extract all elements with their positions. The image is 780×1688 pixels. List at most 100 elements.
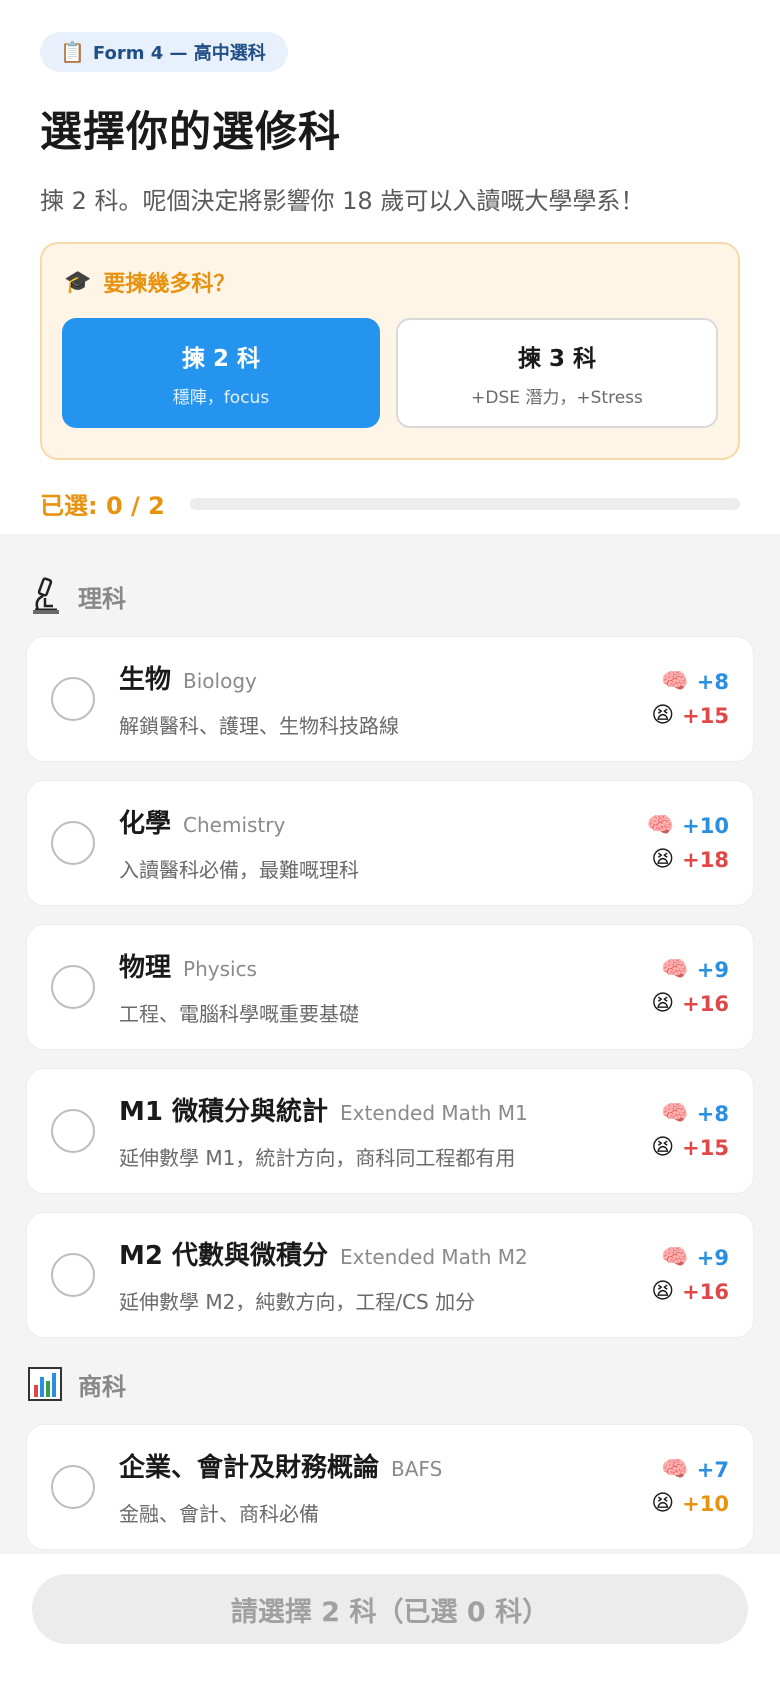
- brain-icon: 🧠: [661, 957, 689, 982]
- stressed-face-icon: 😫: [651, 1491, 675, 1516]
- stress-stat: 😫 +15: [651, 704, 729, 728]
- brain-value: +9: [696, 1246, 729, 1270]
- subject-name: 化學: [119, 809, 172, 839]
- pick-3-option[interactable]: 揀 3 科 +DSE 潛力，+Stress: [396, 318, 718, 428]
- subject-card-bafs[interactable]: 企業、會計及財務概論 BAFS 金融、會計、商科必備 🧠 +7 😫 +10: [26, 1424, 754, 1550]
- subject-count-options: 揀 2 科 穩陣，focus 揀 3 科 +DSE 潛力，+Stress: [62, 318, 718, 428]
- header-section: 📋 Form 4 — 高中選科 選擇你的選修科 揀 2 科。呢個決定將影響你 1…: [0, 0, 780, 534]
- subject-stats: 🧠 +10 😫 +18: [639, 814, 729, 872]
- subject-info: 生物 Biology 解鎖醫科、護理、生物科技路線: [119, 659, 639, 739]
- page-title: 選擇你的選修科: [40, 107, 342, 156]
- subject-card-m1[interactable]: M1 微積分與統計 Extended Math M1 延伸數學 M1，統計方向，…: [26, 1068, 754, 1194]
- subject-name: M1 微積分與統計: [119, 1097, 329, 1127]
- select-radio[interactable]: [51, 1109, 95, 1153]
- brain-value: +7: [696, 1458, 729, 1482]
- subject-count-heading: 🎓 要揀幾多科？: [62, 266, 718, 298]
- subject-info: 化學 Chemistry 入讀醫科必備，最難嘅理科: [119, 803, 639, 883]
- select-radio[interactable]: [51, 677, 95, 721]
- subject-title: 物理 Physics: [119, 947, 639, 984]
- subject-card-physics[interactable]: 物理 Physics 工程、電腦科學嘅重要基礎 🧠 +9 😫 +16: [26, 924, 754, 1050]
- stress-value: +15: [682, 704, 729, 728]
- graduation-cap-icon: 🎓: [64, 269, 92, 295]
- stressed-face-icon: 😫: [651, 1279, 675, 1304]
- stress-value: +18: [682, 848, 729, 872]
- subject-english-name: Chemistry: [183, 813, 286, 837]
- brain-stat: 🧠 +9: [661, 1246, 729, 1270]
- subject-count-heading-label: 要揀幾多科？: [103, 272, 236, 297]
- brain-stat: 🧠 +8: [661, 1102, 729, 1126]
- subject-description: 金融、會計、商科必備: [119, 1502, 319, 1526]
- stressed-face-icon: 😫: [651, 847, 675, 872]
- select-radio[interactable]: [51, 821, 95, 865]
- bar-chart-icon: [28, 1364, 62, 1404]
- selection-count-label: 已選: 0 / 2: [40, 492, 165, 520]
- subject-info: 企業、會計及財務概論 BAFS 金融、會計、商科必備: [119, 1447, 639, 1527]
- subject-english-name: Extended Math M1: [340, 1101, 528, 1125]
- subject-title: 企業、會計及財務概論 BAFS: [119, 1447, 639, 1484]
- subject-english-name: Physics: [183, 957, 257, 981]
- subject-info: 物理 Physics 工程、電腦科學嘅重要基礎: [119, 947, 639, 1027]
- stress-value: +16: [682, 1280, 729, 1304]
- subject-stats: 🧠 +9 😫 +16: [639, 1246, 729, 1304]
- subject-card-biology[interactable]: 生物 Biology 解鎖醫科、護理、生物科技路線 🧠 +8 😫 +15: [26, 636, 754, 762]
- subject-title: M1 微積分與統計 Extended Math M1: [119, 1091, 639, 1128]
- select-radio[interactable]: [51, 1465, 95, 1509]
- brain-stat: 🧠 +7: [661, 1458, 729, 1482]
- brain-icon: 🧠: [661, 669, 689, 694]
- subject-description: 延伸數學 M2，純數方向，工程/CS 加分: [119, 1290, 476, 1314]
- stress-stat: 😫 +18: [651, 848, 729, 872]
- form-tag-label: Form 4 — 高中選科: [92, 43, 266, 64]
- brain-icon: 🧠: [661, 1457, 689, 1482]
- subject-name: M2 代數與微積分: [119, 1241, 329, 1271]
- subject-description: 入讀醫科必備，最難嘅理科: [119, 858, 359, 882]
- subject-description: 工程、電腦科學嘅重要基礎: [119, 1002, 359, 1026]
- stress-stat: 😫 +16: [651, 992, 729, 1016]
- page-subtitle: 揀 2 科。呢個決定將影響你 18 歲可以入讀嘅大學學系！: [40, 187, 645, 215]
- form-tag: 📋 Form 4 — 高中選科: [40, 32, 288, 72]
- footer-bar: 請選擇 2 科（已選 0 科）: [0, 1554, 780, 1688]
- subject-card-chemistry[interactable]: 化學 Chemistry 入讀醫科必備，最難嘅理科 🧠 +10 😫 +18: [26, 780, 754, 906]
- subject-list[interactable]: 理科 生物 Biology 解鎖醫科、護理、生物科技路線 🧠 +8 😫 +15 化學: [0, 534, 780, 1554]
- category-business: 商科: [28, 1362, 754, 1406]
- brain-value: +8: [696, 670, 729, 694]
- subject-stats: 🧠 +8 😫 +15: [639, 670, 729, 728]
- subject-stats: 🧠 +7 😫 +10: [639, 1458, 729, 1516]
- subject-name: 生物: [119, 665, 172, 695]
- stress-stat: 😫 +16: [651, 1280, 729, 1304]
- progress-bar: [190, 497, 740, 510]
- subject-title: 生物 Biology: [119, 659, 639, 696]
- subject-description: 延伸數學 M1，統計方向，商科同工程都有用: [119, 1146, 516, 1170]
- brain-stat: 🧠 +8: [661, 670, 729, 694]
- subject-title: 化學 Chemistry: [119, 803, 639, 840]
- subject-english-name: Extended Math M2: [340, 1245, 528, 1269]
- subject-title: M2 代數與微積分 Extended Math M2: [119, 1235, 639, 1272]
- subject-stats: 🧠 +8 😫 +15: [639, 1102, 729, 1160]
- category-science: 理科: [28, 574, 754, 618]
- pick-2-title: 揀 2 科: [181, 345, 261, 372]
- brain-value: +10: [682, 814, 729, 838]
- subject-info: M2 代數與微積分 Extended Math M2 延伸數學 M2，純數方向，…: [119, 1235, 639, 1315]
- subject-stats: 🧠 +9 😫 +16: [639, 958, 729, 1016]
- pick-2-option[interactable]: 揀 2 科 穩陣，focus: [62, 318, 380, 428]
- subject-description: 解鎖醫科、護理、生物科技路線: [119, 714, 399, 738]
- science-subjects: 生物 Biology 解鎖醫科、護理、生物科技路線 🧠 +8 😫 +15 化學 Ch…: [26, 636, 754, 1338]
- pick-3-subtitle: +DSE 潛力，+Stress: [471, 387, 643, 408]
- selection-progress: 已選: 0 / 2: [40, 486, 740, 521]
- confirm-selection-button[interactable]: 請選擇 2 科（已選 0 科）: [32, 1574, 748, 1644]
- brain-icon: 🧠: [661, 1101, 689, 1126]
- subject-count-box: 🎓 要揀幾多科？ 揀 2 科 穩陣，focus 揀 3 科 +DSE 潛力，+S…: [40, 242, 740, 460]
- stress-stat: 😫 +10: [651, 1492, 729, 1516]
- subject-info: M1 微積分與統計 Extended Math M1 延伸數學 M1，統計方向，…: [119, 1091, 639, 1171]
- microscope-icon: [28, 576, 62, 616]
- pick-2-subtitle: 穩陣，focus: [172, 387, 270, 408]
- select-radio[interactable]: [51, 1253, 95, 1297]
- stress-value: +15: [682, 1136, 729, 1160]
- subject-name: 物理: [119, 953, 172, 983]
- brain-stat: 🧠 +10: [647, 814, 729, 838]
- clipboard-icon: 📋: [60, 40, 85, 64]
- brain-icon: 🧠: [646, 813, 675, 838]
- select-radio[interactable]: [51, 965, 95, 1009]
- subject-english-name: Biology: [183, 669, 257, 693]
- subject-card-m2[interactable]: M2 代數與微積分 Extended Math M2 延伸數學 M2，純數方向，…: [26, 1212, 754, 1338]
- subject-english-name: BAFS: [391, 1457, 443, 1481]
